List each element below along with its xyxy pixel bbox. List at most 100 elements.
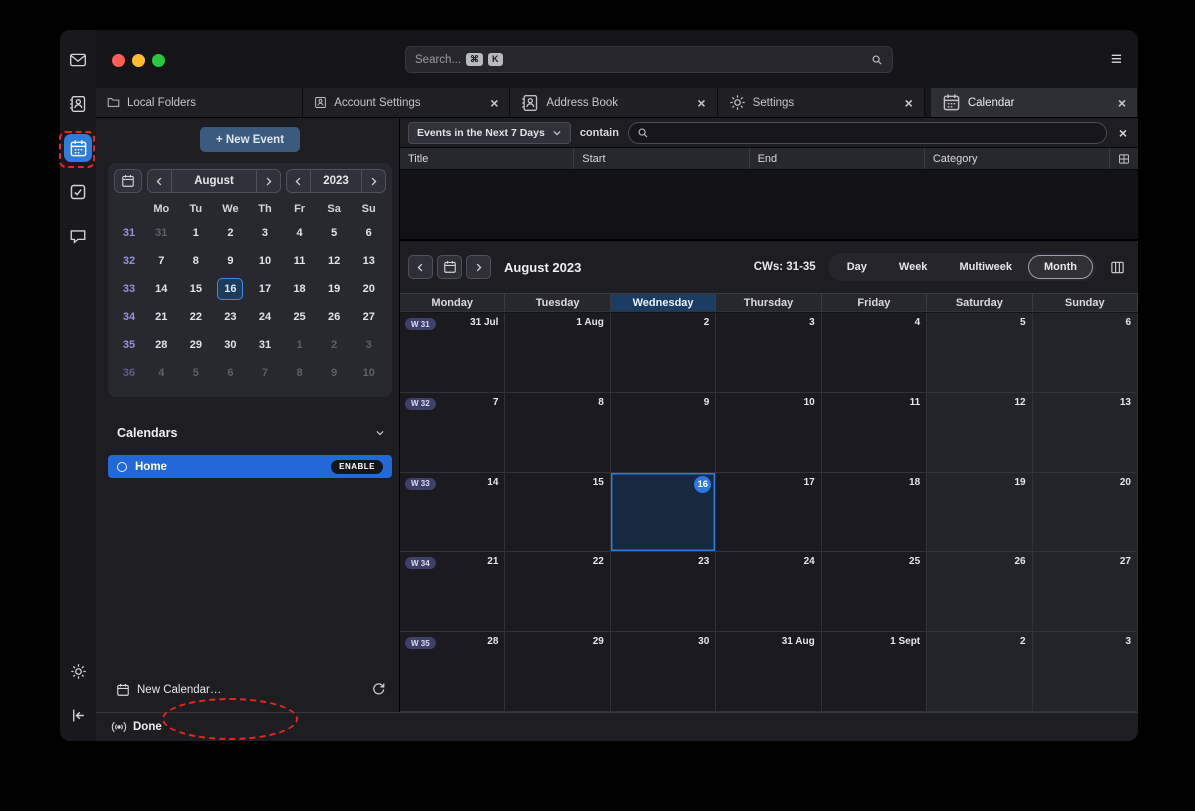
mini-calendar-day[interactable]: 3 xyxy=(351,331,386,359)
view-button-multiweek[interactable]: Multiweek xyxy=(943,255,1028,279)
month-day-cell[interactable]: 4 xyxy=(822,313,927,393)
rotate-view-button[interactable] xyxy=(1110,260,1125,275)
month-header-monday[interactable]: Monday xyxy=(400,294,505,311)
mini-calendar-day[interactable]: 26 xyxy=(317,303,352,331)
next-month-button[interactable] xyxy=(256,170,280,192)
mini-calendar-day[interactable]: 5 xyxy=(179,359,214,387)
month-day-cell[interactable]: 29 xyxy=(505,632,610,712)
month-day-cell[interactable]: 17 xyxy=(716,473,821,553)
column-picker-button[interactable] xyxy=(1110,148,1138,169)
month-day-cell[interactable]: 31 Aug xyxy=(716,632,821,712)
mini-calendar-day[interactable]: 13 xyxy=(351,247,386,275)
mini-calendar-day[interactable]: 20 xyxy=(351,275,386,303)
mini-calendar-day[interactable]: 12 xyxy=(317,247,352,275)
prev-month-button[interactable] xyxy=(148,170,172,192)
prev-year-button[interactable] xyxy=(287,170,311,192)
month-day-cell[interactable]: 30 xyxy=(611,632,716,712)
mini-calendar-day[interactable]: 27 xyxy=(351,303,386,331)
close-icon[interactable]: × xyxy=(905,95,913,111)
month-day-cell[interactable]: 11 xyxy=(822,393,927,473)
tab-account-settings[interactable]: Account Settings× xyxy=(303,88,510,117)
mini-calendar-day[interactable]: 31 xyxy=(144,219,179,247)
rail-item-chat[interactable] xyxy=(64,222,92,250)
mini-calendar-day[interactable]: 29 xyxy=(179,331,214,359)
month-day-cell[interactable]: 20 xyxy=(1033,473,1138,553)
mini-calendar-day[interactable]: 16 xyxy=(213,275,248,303)
event-column-end[interactable]: End xyxy=(750,148,925,169)
mini-calendar-day[interactable]: 1 xyxy=(179,219,214,247)
rail-item-collapse[interactable] xyxy=(64,701,92,729)
close-icon[interactable]: × xyxy=(697,95,705,111)
month-day-cell[interactable]: 16 xyxy=(611,473,716,553)
mini-calendar-day[interactable]: 1 xyxy=(282,331,317,359)
month-header-wednesday[interactable]: Wednesday xyxy=(611,294,716,311)
mini-calendar-day[interactable]: 19 xyxy=(317,275,352,303)
month-day-cell[interactable]: 3 xyxy=(1033,632,1138,712)
event-column-title[interactable]: Title xyxy=(400,148,574,169)
new-calendar-button[interactable]: New Calendar… xyxy=(116,681,221,699)
previous-period-button[interactable] xyxy=(408,255,433,279)
month-header-tuesday[interactable]: Tuesday xyxy=(505,294,610,311)
sync-button[interactable] xyxy=(371,681,386,696)
rail-item-settings[interactable] xyxy=(64,657,92,685)
month-day-cell[interactable]: 8 xyxy=(505,393,610,473)
mini-calendar-day[interactable]: 2 xyxy=(317,331,352,359)
month-day-cell[interactable]: 25 xyxy=(822,552,927,632)
mini-calendar-day[interactable]: 24 xyxy=(248,303,283,331)
month-day-cell[interactable]: 1 Sept xyxy=(822,632,927,712)
event-column-category[interactable]: Category xyxy=(925,148,1110,169)
mini-calendar-day[interactable]: 5 xyxy=(317,219,352,247)
month-day-cell[interactable]: 3 xyxy=(716,313,821,393)
tab-address-book[interactable]: Address Book× xyxy=(510,88,717,117)
month-day-cell[interactable]: 19 xyxy=(927,473,1032,553)
tab-settings[interactable]: Settings× xyxy=(718,88,925,117)
close-icon[interactable]: × xyxy=(1118,95,1126,111)
month-day-cell[interactable]: 22 xyxy=(505,552,610,632)
month-day-cell[interactable]: W 3528 xyxy=(400,632,505,712)
mini-calendar-day[interactable]: 7 xyxy=(248,359,283,387)
close-icon[interactable]: × xyxy=(490,95,498,111)
close-filter-button[interactable]: × xyxy=(1116,125,1130,141)
view-button-week[interactable]: Week xyxy=(883,255,944,279)
month-day-cell[interactable]: 26 xyxy=(927,552,1032,632)
mini-calendar-day[interactable]: 9 xyxy=(213,247,248,275)
mini-calendar-day[interactable]: 10 xyxy=(248,247,283,275)
month-day-cell[interactable]: 13 xyxy=(1033,393,1138,473)
calendars-section-header[interactable]: Calendars xyxy=(117,424,385,442)
month-day-cell[interactable]: W 3314 xyxy=(400,473,505,553)
mini-calendar-day[interactable]: 18 xyxy=(282,275,317,303)
month-header-thursday[interactable]: Thursday xyxy=(716,294,821,311)
view-button-day[interactable]: Day xyxy=(831,255,883,279)
month-day-cell[interactable]: 9 xyxy=(611,393,716,473)
new-event-button[interactable]: + New Event xyxy=(200,127,300,152)
month-day-cell[interactable]: 24 xyxy=(716,552,821,632)
month-day-cell[interactable]: 1 Aug xyxy=(505,313,610,393)
rail-item-mail[interactable] xyxy=(64,46,92,74)
window-close-button[interactable] xyxy=(112,54,125,67)
mini-calendar-day[interactable]: 4 xyxy=(282,219,317,247)
go-to-today-button[interactable] xyxy=(437,255,462,279)
next-year-button[interactable] xyxy=(361,170,385,192)
mini-calendar-day[interactable]: 22 xyxy=(179,303,214,331)
mini-calendar-day[interactable]: 25 xyxy=(282,303,317,331)
month-day-cell[interactable]: 23 xyxy=(611,552,716,632)
month-day-cell[interactable]: 2 xyxy=(927,632,1032,712)
mini-calendar-day[interactable]: 10 xyxy=(351,359,386,387)
month-day-cell[interactable]: 15 xyxy=(505,473,610,553)
month-day-cell[interactable]: 18 xyxy=(822,473,927,553)
mini-calendar-day[interactable]: 31 xyxy=(248,331,283,359)
rail-item-tasks[interactable] xyxy=(64,178,92,206)
mini-calendar-day[interactable]: 8 xyxy=(282,359,317,387)
mini-calendar-day[interactable]: 8 xyxy=(179,247,214,275)
mini-calendar-day[interactable]: 30 xyxy=(213,331,248,359)
mini-calendar-day[interactable]: 21 xyxy=(144,303,179,331)
rail-item-calendar[interactable] xyxy=(64,134,92,162)
mini-calendar-day[interactable]: 6 xyxy=(351,219,386,247)
mini-calendar-day[interactable]: 14 xyxy=(144,275,179,303)
month-day-cell[interactable]: 2 xyxy=(611,313,716,393)
global-search-input[interactable]: Search... ⌘ K xyxy=(405,46,893,73)
rail-item-address-book[interactable] xyxy=(64,90,92,118)
event-range-dropdown[interactable]: Events in the Next 7 Days xyxy=(408,122,571,144)
mini-calendar-today-button[interactable] xyxy=(114,169,142,193)
month-day-cell[interactable]: W 3131 Jul xyxy=(400,313,505,393)
